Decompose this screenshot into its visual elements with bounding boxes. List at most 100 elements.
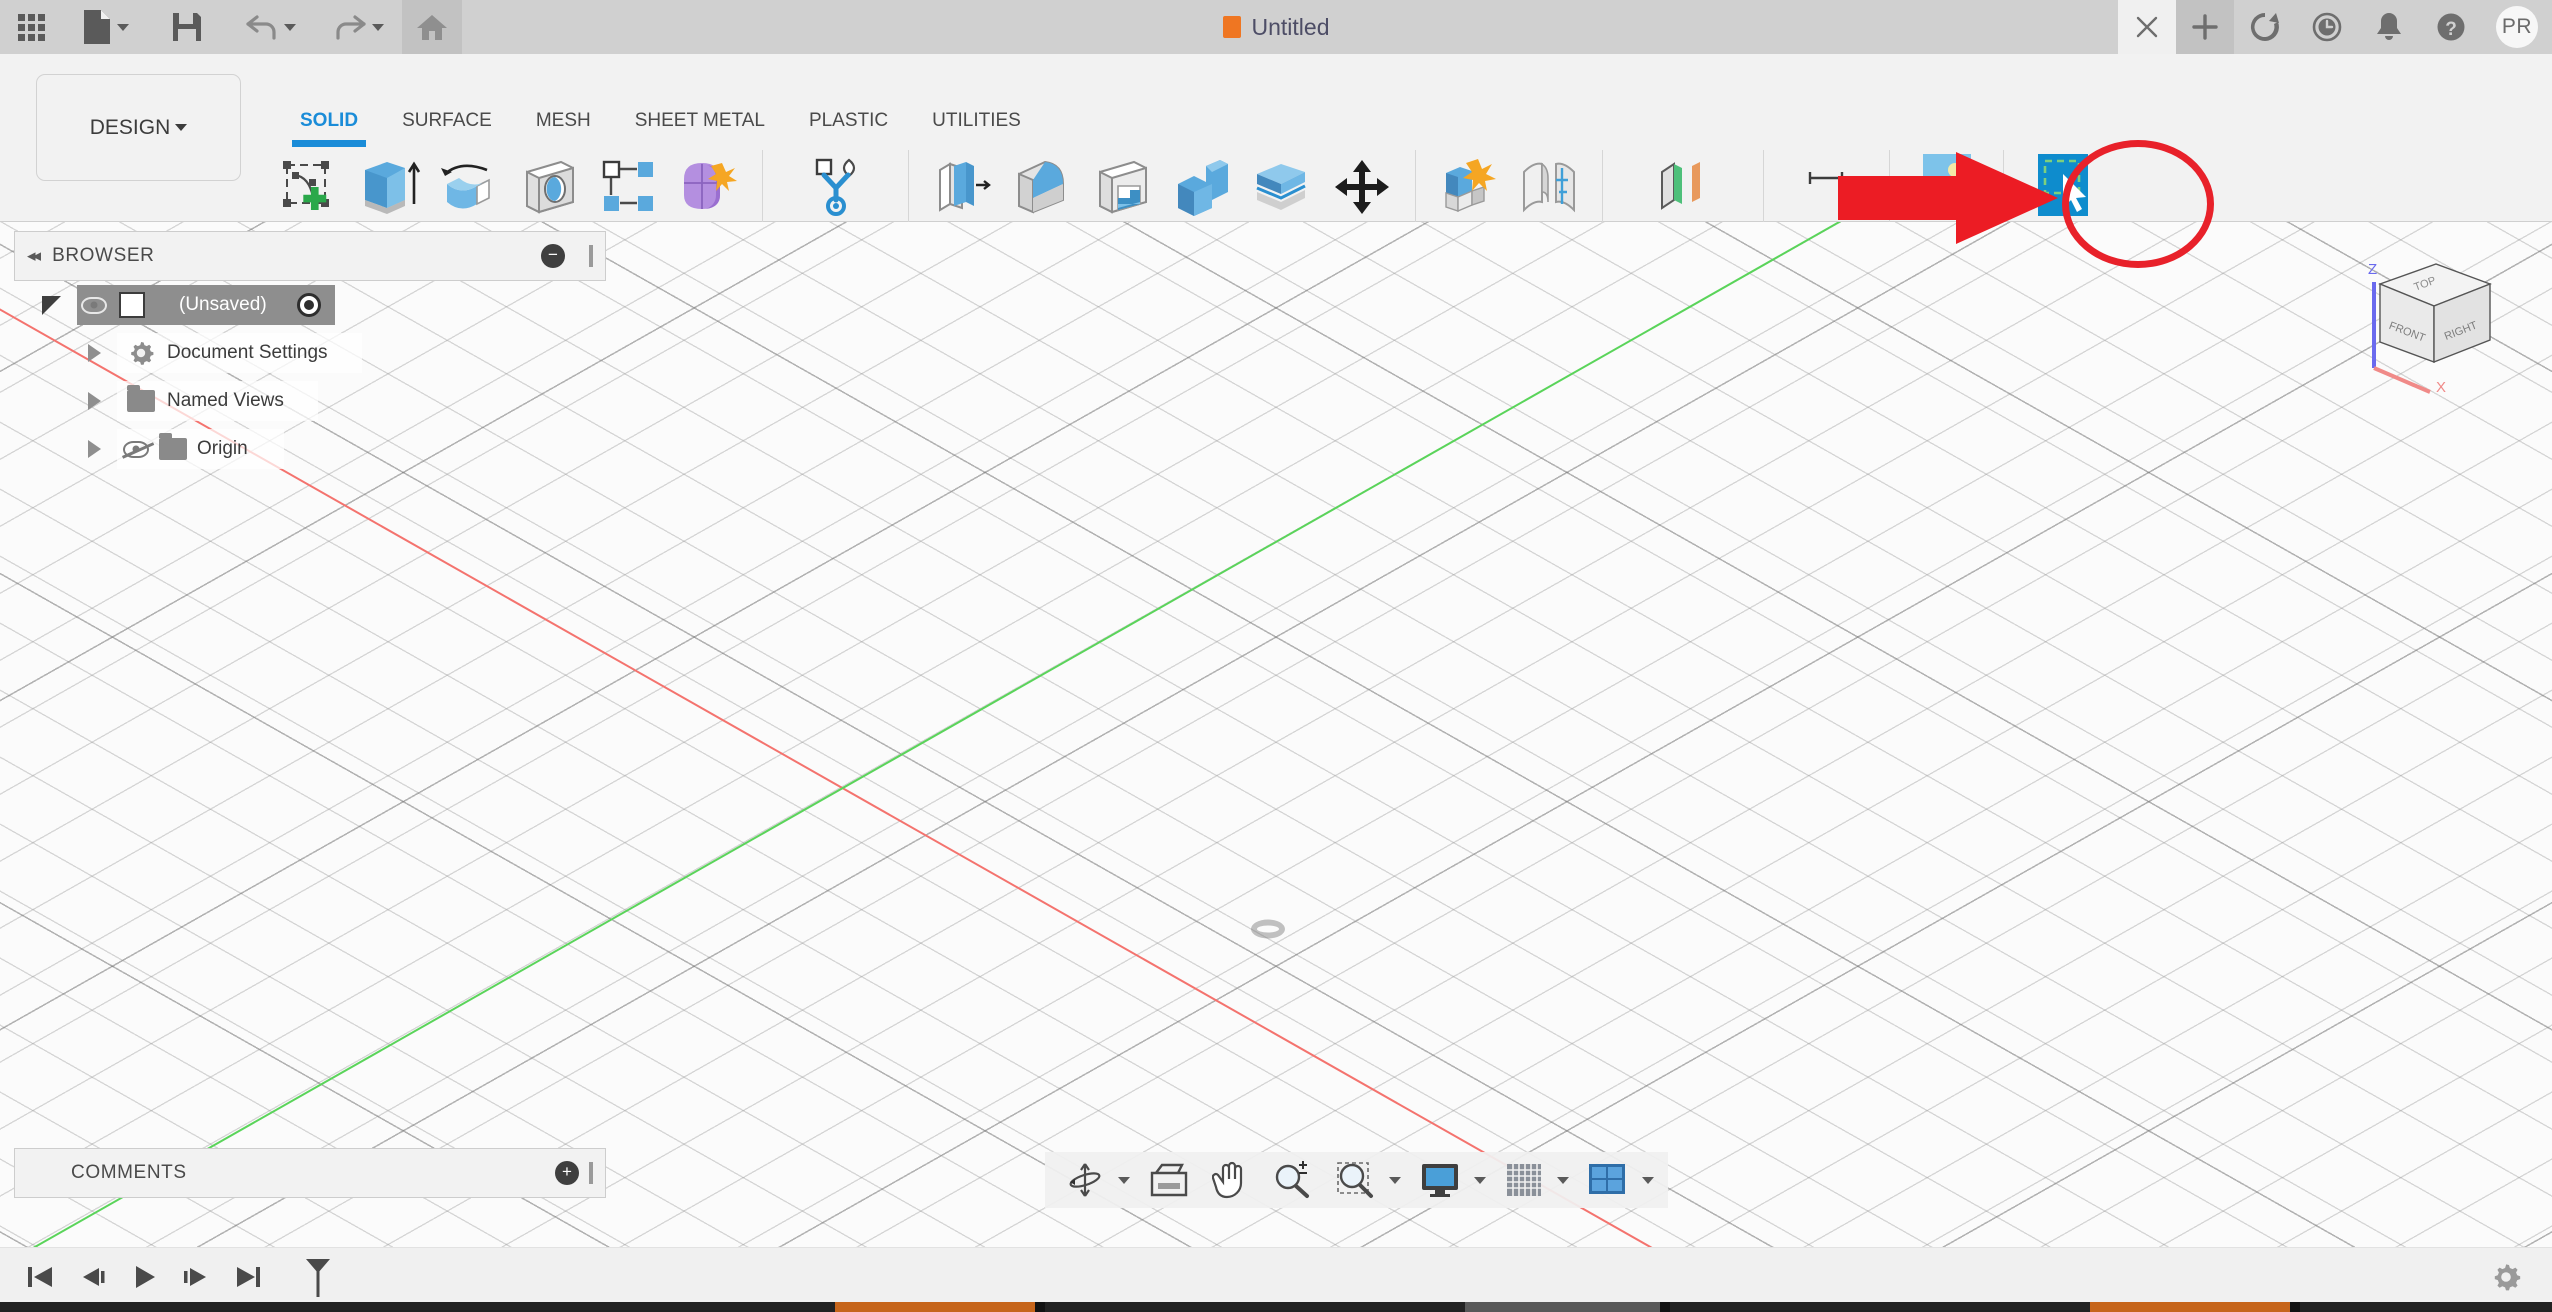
offset-plane-icon[interactable] — [1646, 150, 1720, 224]
chevron-down-icon[interactable] — [1642, 1176, 1654, 1184]
press-pull-icon[interactable] — [925, 150, 999, 224]
refresh-globe-icon[interactable] — [2234, 0, 2296, 54]
orbit-icon[interactable] — [1059, 1156, 1111, 1204]
workspace-selector[interactable]: DESIGN — [36, 74, 241, 181]
origin-point[interactable] — [1251, 919, 1285, 939]
comments-title: COMMENTS — [71, 1162, 187, 1183]
collapse-panel-icon[interactable]: ◂◂ — [27, 246, 41, 266]
display-settings-icon[interactable] — [1403, 1156, 1467, 1204]
comments-resize-handle[interactable] — [589, 1162, 593, 1184]
chevron-down-icon[interactable] — [1474, 1176, 1486, 1184]
form-icon[interactable] — [672, 150, 746, 224]
view-cube[interactable]: Z X TOP FRONT RIGHT — [2344, 240, 2514, 396]
browser-item-document-settings[interactable]: Document Settings — [14, 329, 606, 377]
notifications-bell-icon[interactable] — [2358, 0, 2420, 54]
grid-snaps-icon[interactable] — [1488, 1156, 1550, 1204]
chevron-down-icon[interactable] — [1389, 1176, 1401, 1184]
step-forward-icon[interactable] — [170, 1248, 222, 1306]
form-glyph — [684, 163, 737, 209]
fillet-icon[interactable] — [1005, 150, 1079, 224]
document-title-text[interactable]: Untitled — [1252, 14, 1330, 41]
chevron-down-icon — [371, 23, 384, 31]
add-comment-icon[interactable]: + — [555, 1161, 579, 1185]
shell-icon[interactable] — [1085, 150, 1159, 224]
automated-modeling-icon[interactable] — [799, 150, 873, 224]
job-status-clock-icon[interactable] — [2296, 0, 2358, 54]
hole-glyph — [526, 160, 574, 214]
timeline-marker-icon[interactable] — [292, 1248, 344, 1306]
browser-item-label: Origin — [197, 438, 248, 459]
browser-item-origin[interactable]: Origin — [14, 425, 606, 473]
expand-triangle-icon[interactable] — [88, 344, 101, 362]
taskbar-item[interactable] — [1465, 1302, 1660, 1312]
step-back-icon[interactable] — [66, 1248, 118, 1306]
look-at-glyph — [1150, 1163, 1188, 1197]
look-at-icon[interactable] — [1132, 1156, 1196, 1204]
home-icon[interactable] — [402, 0, 462, 54]
chevron-down-icon[interactable] — [1557, 1176, 1569, 1184]
zoom-window-icon[interactable] — [1320, 1156, 1382, 1204]
viewcube-axis-x-label: X — [2436, 379, 2446, 395]
file-glyph — [83, 10, 110, 44]
visibility-eye-icon[interactable] — [81, 296, 107, 314]
tab-surface[interactable]: SURFACE — [380, 110, 514, 144]
new-component-icon[interactable] — [1432, 150, 1506, 224]
undo-icon[interactable] — [226, 0, 314, 54]
expand-triangle-icon[interactable] — [88, 392, 101, 410]
move-copy-icon[interactable] — [1325, 150, 1399, 224]
joint-icon[interactable] — [1512, 150, 1586, 224]
pattern-glyph — [602, 160, 653, 211]
workspace-label: DESIGN — [89, 115, 171, 139]
step-back-glyph — [83, 1267, 105, 1286]
chevron-down-icon[interactable] — [1118, 1176, 1130, 1184]
app-grid-icon[interactable] — [0, 0, 62, 54]
new-tab-icon[interactable] — [2176, 0, 2234, 54]
save-icon[interactable] — [148, 0, 226, 54]
tab-solid[interactable]: SOLID — [278, 110, 380, 147]
create-sketch-icon[interactable] — [272, 150, 346, 224]
play-glyph — [136, 1265, 155, 1288]
document-icon — [1222, 16, 1241, 38]
combine-icon[interactable] — [1165, 150, 1239, 224]
avatar[interactable]: PR — [2482, 0, 2552, 54]
title-bar: Untitled ? PR — [0, 0, 2552, 54]
zoom-window-glyph — [1337, 1162, 1373, 1198]
extrude-icon[interactable] — [352, 150, 426, 224]
tab-sheet-metal[interactable]: SHEET METAL — [613, 110, 787, 144]
activate-component-radio[interactable] — [296, 293, 321, 317]
expand-triangle-icon[interactable] — [88, 440, 101, 458]
browser-resize-handle[interactable] — [589, 245, 593, 267]
redo-icon[interactable] — [314, 0, 402, 54]
chevron-down-icon — [175, 124, 188, 131]
taskbar-item[interactable] — [2090, 1302, 2290, 1312]
close-icon[interactable] — [2118, 0, 2176, 54]
timeline-settings-gear-icon[interactable] — [2490, 1248, 2522, 1306]
pan-hand-icon[interactable] — [1198, 1156, 1256, 1204]
expand-triangle-icon[interactable] — [42, 295, 61, 315]
browser-item-unsaved[interactable]: (Unsaved) — [14, 281, 606, 329]
go-to-beginning-icon[interactable] — [14, 1248, 66, 1306]
revolve-icon[interactable] — [432, 150, 506, 224]
visibility-eye-off-icon[interactable] — [123, 440, 149, 458]
combine-glyph — [1178, 160, 1229, 216]
viewports-icon[interactable] — [1571, 1156, 1635, 1204]
move-glyph — [1335, 160, 1390, 214]
browser-collapse-all-icon[interactable]: − — [541, 244, 565, 268]
tab-plastic[interactable]: PLASTIC — [787, 110, 910, 144]
offset-face-glyph — [1256, 164, 1307, 210]
tab-mesh[interactable]: MESH — [514, 110, 613, 144]
joint-glyph — [1523, 162, 1576, 213]
tab-utilities[interactable]: UTILITIES — [910, 110, 1043, 144]
rectangular-pattern-icon[interactable] — [592, 150, 666, 224]
hole-icon[interactable] — [512, 150, 586, 224]
zoom-icon[interactable] — [1258, 1156, 1318, 1204]
taskbar-item[interactable] — [835, 1302, 1035, 1312]
help-icon[interactable]: ? — [2420, 0, 2482, 54]
new-file-icon[interactable] — [62, 0, 148, 54]
play-icon[interactable] — [118, 1248, 170, 1306]
tab-plastic-label: PLASTIC — [808, 110, 889, 131]
browser-item-named-views[interactable]: Named Views — [14, 377, 606, 425]
go-to-end-icon[interactable] — [222, 1248, 274, 1306]
offset-face-icon[interactable] — [1245, 150, 1319, 224]
floppy-glyph — [173, 13, 201, 41]
